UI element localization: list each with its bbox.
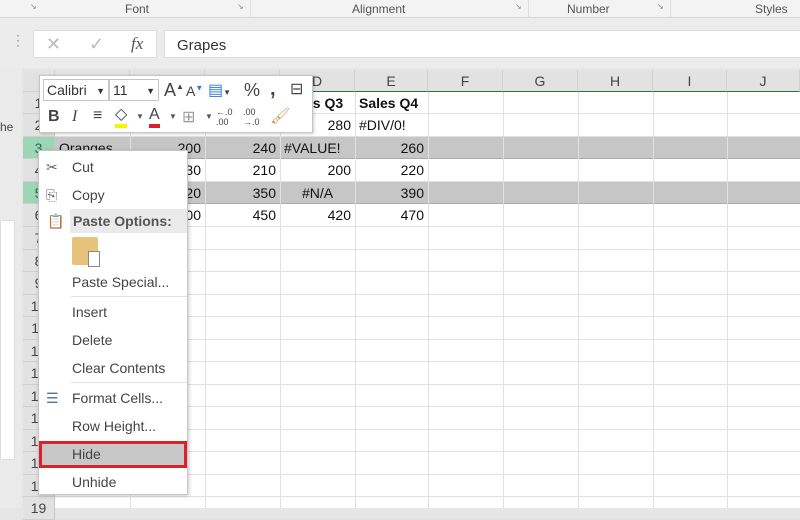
menu-item-hide[interactable]: Hide [39,441,187,468]
column-header-h[interactable]: H [578,70,653,92]
increase-font-icon[interactable]: A▲ [164,80,184,101]
column-header-f[interactable]: F [428,70,503,92]
merge-center-icon[interactable]: ⊟ [290,79,303,99]
hide-label: Hide [72,446,101,462]
column-header-j[interactable]: J [727,70,800,92]
formula-bar: ⋮ ✕ ✓ fx Grapes [0,18,800,68]
paste-special-label: Paste Special... [72,274,170,290]
paste-options-header: Paste Options: [70,209,187,233]
column-header-g[interactable]: G [503,70,578,92]
left-pane-text: he [0,120,14,134]
cell-c3[interactable]: 240 [205,137,280,159]
enter-icon[interactable]: ✓ [89,34,104,55]
decrease-font-icon[interactable]: A▼ [186,83,203,99]
cell-e5[interactable]: 390 [355,182,428,204]
unhide-label: Unhide [72,474,117,490]
chevron-down-icon[interactable]: ▼ [136,112,144,121]
format-cells-label: Format Cells... [72,390,164,406]
menu-item-format-cells[interactable]: ☰ Format Cells... [39,386,187,410]
cell-e6[interactable]: 470 [355,204,428,227]
cell-e2[interactable]: #DIV/0! [355,114,428,137]
menu-item-unhide[interactable]: Unhide [39,470,187,494]
paste-icon[interactable] [72,237,100,267]
font-size-dropdown[interactable]: 11 ▼ [109,79,159,101]
drag-handle-icon[interactable]: ⋮ [11,32,25,49]
chevron-down-icon: ▼ [96,86,105,96]
menu-item-cut[interactable]: ✂ Cut [39,155,187,179]
formula-input[interactable]: Grapes [164,30,800,58]
format-painter-icon[interactable]: 🖌 [270,106,290,126]
formula-buttons: ✕ ✓ fx [33,30,157,58]
copy-label: Copy [72,187,105,203]
context-menu: ✂ Cut ⎘ Copy 📋 Paste Options: Paste Specia… [38,150,188,495]
fx-icon[interactable]: fx [131,34,143,54]
bold-button[interactable]: B [48,108,60,126]
cell-e1[interactable]: Sales Q4 [355,92,428,114]
cell-c5[interactable]: 350 [205,182,280,204]
ribbon-group-styles: Styles [755,2,788,16]
decrease-decimal-icon[interactable]: .00 →.0 [243,107,260,127]
fill-color-icon[interactable]: ◇ [115,106,128,128]
font-size-value: 11 [113,82,128,98]
chevron-down-icon[interactable]: ▼ [169,112,177,121]
menu-item-clear-contents[interactable]: Clear Contents [39,356,187,380]
menu-item-copy[interactable]: ⎘ Copy [39,183,187,207]
cancel-icon[interactable]: ✕ [46,34,61,55]
cell-d3[interactable]: #VALUE! [280,137,355,159]
cell-e4[interactable]: 220 [355,159,428,182]
italic-button[interactable]: I [72,108,77,126]
dialog-launcher-icon[interactable]: ↘ [237,2,244,11]
ribbon-group-font: Font [125,2,150,16]
ribbon-group-alignment: Alignment [352,2,406,16]
borders-icon[interactable]: ⊞ [182,107,195,127]
row-height-label: Row Height... [72,418,157,434]
menu-item-insert[interactable]: Insert [39,300,187,324]
menu-item-delete[interactable]: Delete [39,328,187,352]
copy-icon: ⎘ [46,187,58,203]
cell-d6[interactable]: 420 [280,204,355,227]
comma-style-icon[interactable]: , [270,78,276,101]
ribbon-group-labels: ↘ Font ↘ Alignment ↘ Number ↘ Styles [0,0,800,18]
ribbon-group-number: Number [567,2,610,16]
clear-contents-label: Clear Contents [72,360,166,376]
format-cells-icon: ☰ [46,390,59,406]
chevron-down-icon[interactable]: ▼ [205,112,213,121]
percent-style-icon[interactable]: % [244,80,260,101]
center-align-icon[interactable]: ≡ [93,107,102,125]
font-color-icon[interactable]: A [149,106,160,128]
dialog-launcher-icon[interactable]: ↘ [30,2,37,11]
dialog-launcher-icon[interactable]: ↘ [515,2,522,11]
left-pane: he [0,68,22,508]
font-name-value: Calibri [47,82,87,98]
scissors-icon: ✂ [46,159,58,175]
insert-label: Insert [72,304,108,320]
cell-d4[interactable]: 200 [280,159,355,182]
cut-label: Cut [72,159,94,175]
chevron-down-icon: ▼ [146,86,155,96]
delete-label: Delete [72,332,113,348]
dialog-launcher-icon[interactable]: ↘ [657,2,664,11]
menu-item-row-height[interactable]: Row Height... [39,414,187,438]
cell-e3[interactable]: 260 [355,137,428,159]
clipboard-icon: 📋 [47,213,65,229]
cell-c6[interactable]: 450 [205,204,280,227]
font-name-dropdown[interactable]: Calibri ▼ [43,79,109,101]
cell-c4[interactable]: 210 [205,159,280,182]
mini-toolbar: Calibri ▼ 11 ▼ A▲ A▼ ▤▼ % , ⊟ B I ≡ ◇ ▼ A … [39,75,313,133]
increase-decimal-icon[interactable]: ←.0.00 [216,107,233,127]
cell-d5[interactable]: #N/A [280,182,355,204]
column-header-e[interactable]: E [355,70,428,92]
accounting-format-icon[interactable]: ▤▼ [208,80,231,100]
row-header[interactable]: 19 [23,497,55,520]
menu-item-paste-special[interactable]: Paste Special... [39,270,187,294]
column-header-i[interactable]: I [653,70,727,92]
